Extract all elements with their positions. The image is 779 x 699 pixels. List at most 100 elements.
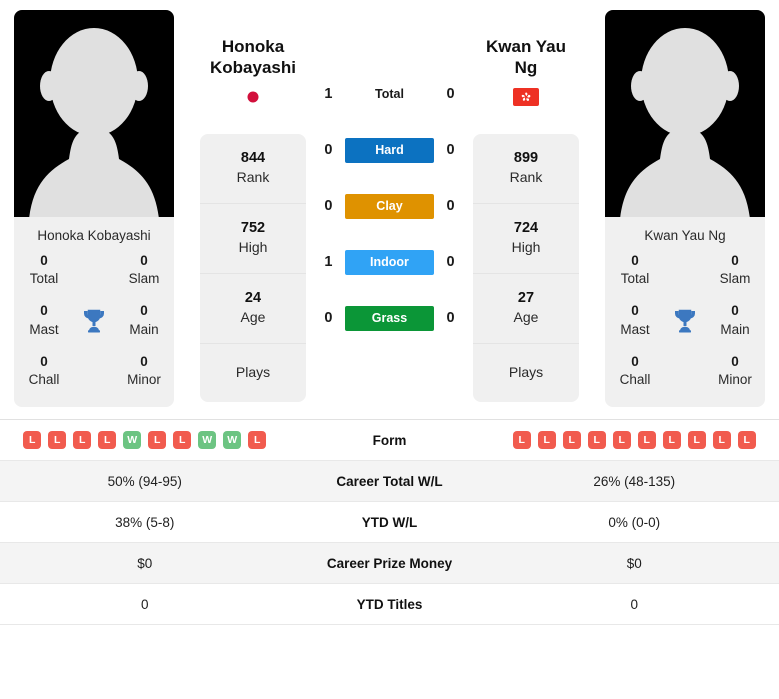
surface-badge-clay[interactable]: Clay	[344, 193, 435, 219]
form-badge-loss[interactable]: L	[537, 431, 556, 450]
right-rank-value: 899	[513, 150, 539, 166]
h2h-clay-right-score: 0	[446, 198, 455, 214]
form-badge-win[interactable]: W	[123, 431, 142, 450]
left-age-value: 24	[244, 289, 262, 306]
surface-badge-hard[interactable]: Hard	[344, 137, 435, 163]
left-titles-total: 0 Total	[20, 252, 68, 288]
form-badge-loss[interactable]: L	[637, 431, 656, 450]
h2h-row-hard: 0 Hard 0	[312, 122, 467, 178]
form-badge-loss[interactable]: L	[23, 431, 42, 450]
h2h-hard-right-score: 0	[446, 142, 455, 158]
left-player-name-label: Honoka Kobayashi	[37, 228, 151, 243]
right-titles-slam-value: 0	[731, 253, 739, 268]
right-high-value: 724	[513, 219, 539, 236]
left-trophy-icon-cell	[68, 306, 120, 336]
h2h-indoor-right-score: 0	[446, 254, 455, 270]
right-plays-cell: Plays	[473, 344, 579, 403]
h2h-grass-left-score: 0	[324, 310, 333, 326]
left-player-summary-column: Honoka Kobayashi 844 Rank 752 High 24 Ag…	[194, 10, 312, 403]
left-titles-mast: 0 Mast	[20, 302, 68, 338]
table-row-career-prize-money: $0 Career Prize Money $0	[0, 543, 779, 585]
right-titles-chall-value: 0	[631, 353, 639, 369]
table-row-career-total-wl: 50% (94-95) Career Total W/L 26% (48-135…	[0, 461, 779, 503]
form-badge-loss[interactable]: L	[737, 431, 756, 450]
form-badge-loss[interactable]: L	[98, 431, 117, 450]
right-age-value: 27	[517, 289, 535, 306]
form-badge-loss[interactable]: L	[48, 431, 67, 450]
left-player-profile-card[interactable]: Honoka Kobayashi 0 Total 0 Slam 0 Mast 0…	[14, 10, 174, 408]
surface-badge-grass[interactable]: Grass	[344, 305, 435, 331]
hong-kong-flag-icon	[513, 88, 539, 106]
left-titles-chall-value: 0	[40, 353, 48, 369]
surface-badge-indoor[interactable]: Indoor	[344, 249, 435, 275]
form-badge-loss[interactable]: L	[73, 431, 92, 450]
left-titles-main: 0 Main	[120, 302, 168, 338]
left-ytd-titles: 0	[140, 596, 149, 612]
form-badge-win[interactable]: W	[223, 431, 242, 450]
left-player-rank-card: 844 Rank 752 High 24 Age Plays	[200, 134, 306, 403]
left-player-name-line2: Kobayashi	[210, 58, 296, 78]
right-titles-total-label: Total	[620, 271, 650, 287]
form-badge-win[interactable]: W	[198, 431, 217, 450]
right-player-profile-card[interactable]: Kwan Yau Ng 0 Total 0 Slam 0 Mast 0 Main…	[605, 10, 765, 408]
left-player-profile-column: Honoka Kobayashi 0 Total 0 Slam 0 Mast 0…	[14, 10, 174, 408]
right-titles-total-value: 0	[631, 253, 639, 268]
left-titles-minor: 0 Minor	[120, 353, 168, 389]
form-badge-loss[interactable]: L	[662, 431, 681, 450]
left-rank-label: Rank	[236, 169, 270, 186]
h2h-row-grass: 0 Grass 0	[312, 290, 467, 346]
right-titles-mast-value: 0	[631, 303, 639, 319]
left-career-prize-money: $0	[137, 555, 153, 571]
left-age-label: Age	[240, 309, 266, 326]
h2h-hard-left-score: 0	[324, 142, 333, 158]
left-age-cell: 24 Age	[200, 274, 306, 344]
right-player-rank-card: 899 Rank 724 High 27 Age Plays	[473, 134, 579, 403]
left-titles-minor-label: Minor	[127, 372, 161, 388]
form-badge-loss[interactable]: L	[612, 431, 631, 450]
table-row-form: LLLLWLLWWL Form LLLLLLLLLL	[0, 420, 779, 462]
form-badge-loss[interactable]: L	[512, 431, 531, 450]
form-badge-loss[interactable]: L	[248, 431, 267, 450]
right-ytd-wl: 0% (0-0)	[608, 514, 661, 530]
form-badge-loss[interactable]: L	[587, 431, 606, 450]
right-titles-mast: 0 Mast	[611, 302, 659, 338]
right-titles-main-label: Main	[720, 321, 750, 337]
table-row-ytd-wl: 38% (5-8) YTD W/L 0% (0-0)	[0, 502, 779, 544]
left-titles-chall-label: Chall	[28, 372, 60, 388]
form-badge-loss[interactable]: L	[712, 431, 731, 450]
right-titles-minor-value: 0	[731, 353, 739, 369]
right-age-label: Age	[513, 309, 539, 326]
right-titles-chall: 0 Chall	[611, 353, 659, 389]
right-rank-cell: 899 Rank	[473, 134, 579, 204]
form-badge-loss[interactable]: L	[562, 431, 581, 450]
comparison-header: Honoka Kobayashi 0 Total 0 Slam 0 Mast 0…	[0, 0, 779, 408]
player-comparison-page: Honoka Kobayashi 0 Total 0 Slam 0 Mast 0…	[0, 0, 779, 699]
row-label-career-prize-money: Career Prize Money	[326, 555, 453, 571]
right-titles-minor: 0 Minor	[711, 353, 759, 389]
left-plays-label: Plays	[235, 363, 271, 380]
right-player-flag-row	[473, 86, 579, 120]
form-badge-loss[interactable]: L	[687, 431, 706, 450]
left-form-badges: LLLLWLLWWL	[0, 431, 290, 450]
left-player-titles-grid: 0 Total 0 Slam 0 Mast 0 Main 0 Chall 0 M…	[14, 252, 174, 407]
bauhinia-icon	[521, 92, 531, 101]
left-titles-slam-label: Slam	[128, 271, 160, 287]
table-row-ytd-titles: 0 YTD Titles 0	[0, 584, 779, 626]
right-career-total-wl: 26% (48-135)	[593, 473, 676, 489]
right-player-profile-column: Kwan Yau Ng 0 Total 0 Slam 0 Mast 0 Main…	[605, 10, 765, 408]
h2h-clay-left-score: 0	[324, 198, 333, 214]
right-form-badges: LLLLLLLLLL	[490, 431, 779, 450]
left-player-display-name: Honoka Kobayashi	[200, 10, 306, 86]
right-career-prize-money: $0	[626, 555, 642, 571]
left-high-label: High	[238, 239, 268, 256]
left-high-cell: 752 High	[200, 204, 306, 274]
left-plays-cell: Plays	[200, 344, 306, 403]
right-titles-minor-label: Minor	[718, 372, 752, 388]
form-badge-loss[interactable]: L	[173, 431, 192, 450]
right-titles-main-value: 0	[731, 303, 739, 319]
form-badge-loss[interactable]: L	[148, 431, 167, 450]
head-to-head-column: 1 Total 0 0 Hard 0 0 Clay 0 1 Indoor 0 0	[312, 10, 467, 346]
left-player-avatar	[14, 10, 174, 217]
left-titles-main-label: Main	[129, 321, 159, 337]
trophy-icon	[675, 309, 695, 333]
